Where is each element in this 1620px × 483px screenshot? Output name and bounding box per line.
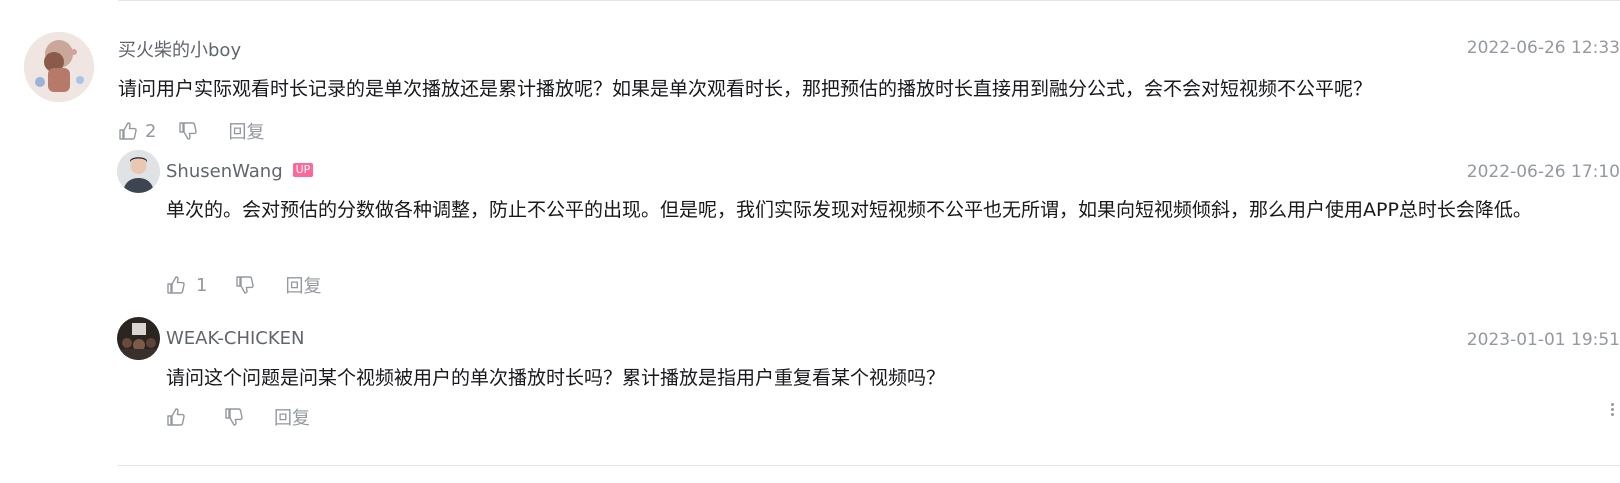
top-divider xyxy=(118,0,1620,1)
reply-text: 请问这个问题是问某个视频被用户的单次播放时长吗？累计播放是指用户重复看某个视频吗… xyxy=(166,367,946,389)
bottom-divider xyxy=(118,465,1620,466)
reply-actions: 1 回复 xyxy=(166,272,321,298)
comment-text: 请问用户实际观看时长记录的是单次播放还是累计播放呢？如果是单次观看时长，那把预估… xyxy=(118,78,1373,100)
username-row: ShusenWang UP xyxy=(166,161,314,182)
reply-time: 2022-06-26 17:10 xyxy=(1466,162,1620,182)
avatar[interactable] xyxy=(24,32,94,102)
avatar-image xyxy=(24,32,94,102)
reply-button[interactable]: 回复 xyxy=(274,404,310,430)
username[interactable]: ShusenWang xyxy=(166,161,283,182)
like-button[interactable]: 1 xyxy=(166,275,207,296)
thumb-down-icon xyxy=(225,408,243,426)
dislike-button[interactable] xyxy=(178,121,198,141)
avatar[interactable] xyxy=(117,150,160,193)
avatar-image xyxy=(117,317,160,360)
up-badge: UP xyxy=(292,163,314,177)
reply-text: 单次的。会对预估的分数做各种调整，防止不公平的出现。但是呢，我们实际发现对短视频… xyxy=(166,199,1532,221)
avatar[interactable] xyxy=(117,317,160,360)
username[interactable]: WEAK-CHICKEN xyxy=(166,328,305,349)
dislike-button[interactable] xyxy=(224,407,244,427)
thumb-down-icon xyxy=(179,122,198,140)
more-icon[interactable] xyxy=(1608,401,1616,419)
thumb-up-icon xyxy=(119,122,137,140)
comment-time: 2022-06-26 12:33 xyxy=(1466,38,1620,58)
avatar-image xyxy=(117,150,160,193)
like-button[interactable]: 2 xyxy=(118,121,156,142)
like-button[interactable] xyxy=(166,407,186,427)
like-count: 2 xyxy=(145,120,157,142)
thumb-up-icon xyxy=(167,408,185,426)
reply-button[interactable]: 回复 xyxy=(285,272,321,298)
username[interactable]: 买火柴的小boy xyxy=(118,36,241,62)
dislike-button[interactable] xyxy=(235,275,255,295)
reply-actions: 回复 xyxy=(166,404,310,430)
like-count: 1 xyxy=(196,274,208,296)
thumb-down-icon xyxy=(236,276,255,294)
thumb-up-icon xyxy=(167,276,185,294)
reply-time: 2023-01-01 19:51 xyxy=(1466,330,1620,350)
comment-actions: 2 回复 xyxy=(118,118,264,144)
reply-button[interactable]: 回复 xyxy=(228,118,264,144)
